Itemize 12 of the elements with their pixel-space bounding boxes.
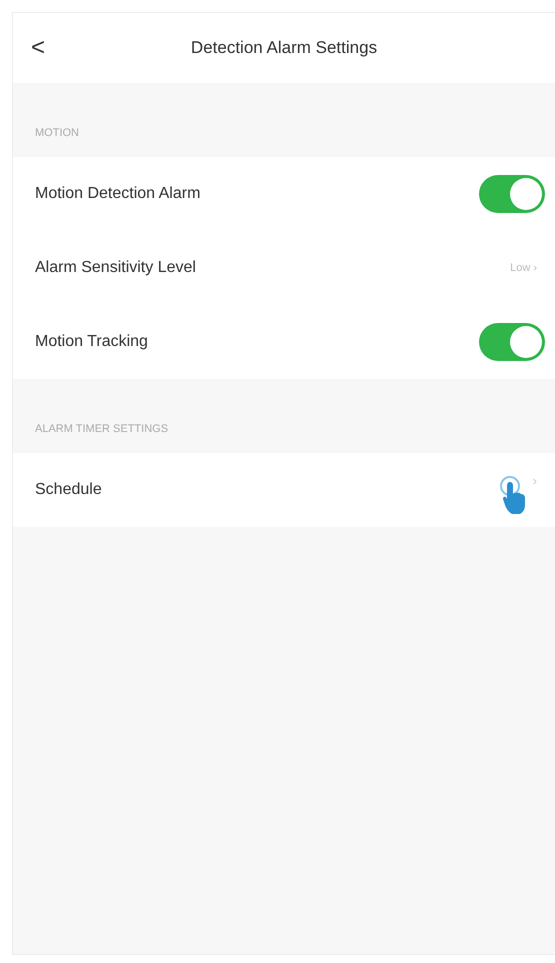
chevron-icon[interactable]: › xyxy=(532,472,545,488)
section-heading: ALARM TIMER SETTINGS xyxy=(34,422,170,437)
setting-label: Motion Tracking xyxy=(35,333,148,351)
setting-label: Motion Detection Alarm xyxy=(35,185,200,203)
setting-label: Schedule xyxy=(35,481,102,499)
toggle-switch[interactable] xyxy=(479,323,545,361)
setting-label: Alarm Sensitivity Level xyxy=(35,259,196,277)
section-heading: MOTION xyxy=(34,126,80,141)
screen-title: Detection Alarm Settings xyxy=(190,38,378,58)
setting-value[interactable]: Low › xyxy=(510,262,545,274)
back-button[interactable]: < xyxy=(31,34,71,62)
toggle-switch[interactable] xyxy=(479,175,545,213)
